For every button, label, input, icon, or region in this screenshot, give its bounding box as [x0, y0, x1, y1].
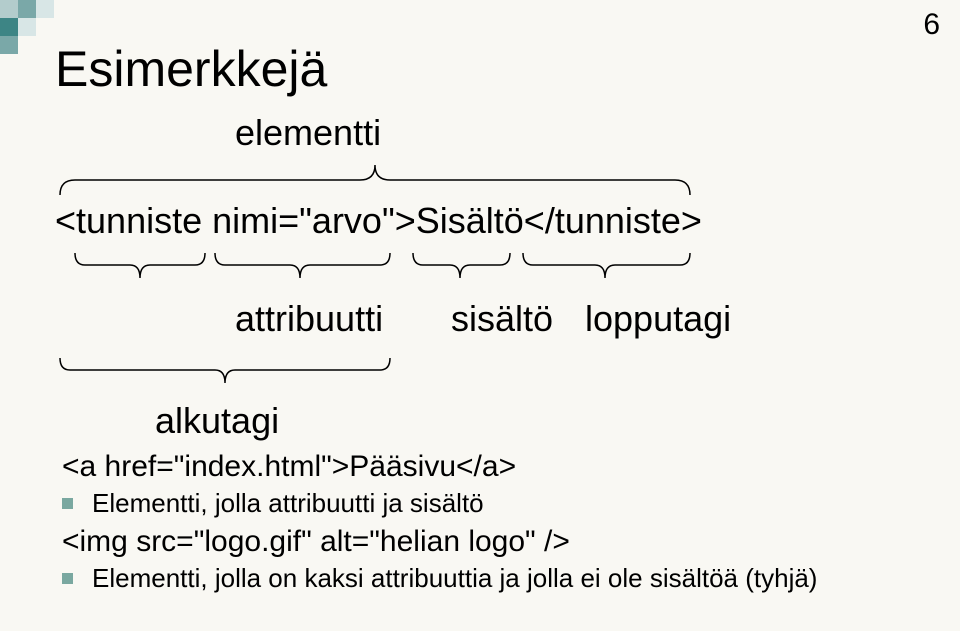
elementti-label: elementti [235, 112, 381, 154]
attribuutti-label: attribuutti [235, 298, 383, 340]
bullet-2: Elementti, jolla on kaksi attribuuttia j… [62, 563, 912, 594]
brace-row2 [55, 250, 695, 285]
brace-alkutagi [55, 355, 395, 390]
page-title: Esimerkkejä [55, 40, 327, 98]
page-number: 6 [923, 8, 940, 42]
sisalto-label: sisältö [451, 298, 553, 340]
brace-elementti [55, 160, 695, 200]
content-block: <a href="index.html">Pääsivu</a> Element… [62, 450, 912, 600]
code-example-1: <a href="index.html">Pääsivu</a> [62, 450, 912, 484]
tag-example-line: <tunniste nimi="arvo">Sisältö</tunniste> [55, 200, 702, 242]
code-example-2: <img src="logo.gif" alt="helian logo" /> [62, 525, 912, 559]
corner-decoration [0, 0, 60, 60]
lopputagi-label: lopputagi [585, 298, 731, 340]
bullet-1: Elementti, jolla attribuutti ja sisältö [62, 488, 912, 519]
alkutagi-label: alkutagi [155, 400, 279, 442]
